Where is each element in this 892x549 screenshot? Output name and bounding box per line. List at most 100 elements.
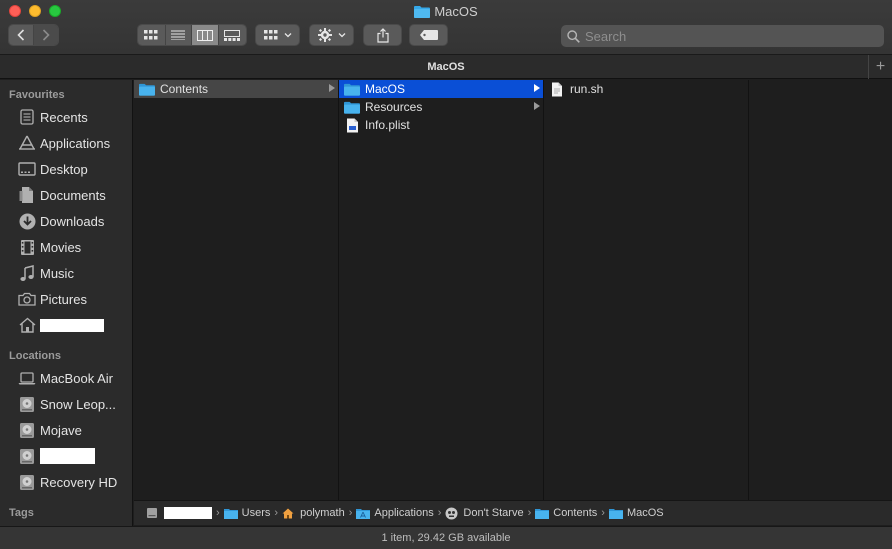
path-item-contents[interactable]: Contents	[535, 507, 597, 519]
sidebar-item-label: Recents	[40, 109, 88, 125]
sidebar-item-recents[interactable]: Recents	[0, 104, 132, 130]
search-icon	[567, 29, 580, 43]
back-button[interactable]	[9, 25, 34, 45]
tab-macos[interactable]: MacOS	[427, 61, 464, 73]
icon-grid-icon	[144, 30, 158, 40]
share-button[interactable]	[363, 24, 402, 46]
sidebar-item-label: Desktop	[40, 161, 88, 177]
sidebar-item-desktop[interactable]: Desktop	[0, 156, 132, 182]
status-text: 1 item, 29.42 GB available	[381, 532, 511, 544]
plist-file-icon	[344, 118, 360, 132]
applications-icon	[18, 134, 36, 152]
sidebar-item-label: Applications	[40, 135, 111, 151]
disk-icon	[18, 395, 36, 413]
group-grid-icon	[263, 30, 277, 40]
gear-icon	[317, 28, 332, 42]
column-row-resources[interactable]: Resources	[339, 98, 543, 116]
sidebar-item-downloads[interactable]: Downloads	[0, 208, 132, 234]
column-row-macos[interactable]: MacOS	[339, 80, 543, 98]
status-bar: 1 item, 29.42 GB available	[0, 526, 892, 549]
search-input[interactable]	[585, 28, 865, 44]
sidebar-item-home[interactable]	[0, 312, 132, 338]
window-title: MacOS	[0, 4, 892, 20]
sidebar-item-mojave[interactable]: Mojave	[0, 417, 132, 443]
sidebar-item-label: MacBook Air	[40, 370, 113, 386]
column-row-label: run.sh	[570, 82, 604, 96]
path-separator-icon: ›	[601, 507, 605, 519]
document-icon	[18, 186, 36, 204]
sidebar-item-label: Downloads	[40, 213, 105, 229]
tag-icon	[419, 30, 438, 40]
path-separator-icon: ›	[216, 507, 220, 519]
app-icon	[445, 507, 459, 519]
sidebar-item-snow-leopard[interactable]: Snow Leop...	[0, 391, 132, 417]
column-row-info-plist[interactable]: Info.plist	[339, 116, 543, 134]
sidebar-item-music[interactable]: Music	[0, 260, 132, 286]
group-by-button[interactable]	[255, 24, 300, 46]
sidebar-item-documents[interactable]: Documents	[0, 182, 132, 208]
chevron-right-icon	[42, 29, 50, 41]
disk-icon	[18, 421, 36, 439]
path-item-dont-starve[interactable]: Don't Starve	[445, 507, 524, 519]
sidebar-item-label: Mojave	[40, 422, 82, 438]
gallery-view-button[interactable]	[218, 25, 246, 45]
forward-button[interactable]	[33, 25, 58, 45]
film-icon	[18, 238, 36, 256]
column-row-label: Contents	[160, 82, 209, 96]
icon-view-button[interactable]	[138, 25, 166, 45]
folder-icon	[139, 82, 155, 96]
path-separator-icon: ›	[274, 507, 279, 519]
action-menu-button[interactable]	[309, 24, 354, 46]
sidebar-item-label: Recovery HD	[40, 474, 118, 490]
sidebar-item-pictures[interactable]: Pictures	[0, 286, 132, 312]
sidebar-item-label: Snow Leop...	[40, 396, 116, 412]
folder-icon	[223, 507, 238, 519]
disclosure-arrow-icon	[534, 84, 540, 92]
path-separator-icon: ›	[527, 507, 532, 519]
sidebar-item-recovery-hd[interactable]: Recovery HD	[0, 469, 132, 495]
path-item-polymath[interactable]: polymath	[282, 507, 345, 519]
path-item-label: MacOS	[626, 507, 664, 519]
path-item-label: polymath	[300, 507, 345, 519]
tab-bar: MacOS +	[0, 55, 892, 79]
share-icon	[376, 27, 389, 43]
column-view-button[interactable]	[192, 25, 219, 45]
sidebar-heading-locations: Locations	[9, 350, 61, 362]
path-bar: › Users › polymath › Applications › Don'…	[134, 500, 892, 525]
sidebar-item-macbook-air[interactable]: MacBook Air	[0, 365, 132, 391]
redacted-disk-name	[40, 448, 95, 464]
sidebar-item-movies[interactable]: Movies	[0, 234, 132, 260]
column-row-run-sh[interactable]: run.sh	[544, 80, 748, 98]
path-separator-icon: ›	[348, 507, 353, 519]
path-item-users[interactable]: Users	[223, 507, 271, 519]
path-item-applications[interactable]: Applications	[356, 507, 434, 519]
sidebar-item-redacted-disk[interactable]	[0, 443, 132, 469]
disk-icon	[18, 447, 36, 465]
sidebar-item-applications[interactable]: Applications	[0, 130, 132, 156]
disk-icon	[146, 507, 160, 519]
search-field[interactable]	[561, 25, 884, 47]
sidebar-heading-favourites: Favourites	[9, 89, 65, 101]
browser-column-1: Contents	[134, 80, 339, 500]
list-view-button[interactable]	[165, 25, 193, 45]
history-nav	[8, 24, 59, 46]
laptop-icon	[18, 369, 36, 387]
path-item-label: Users	[241, 507, 271, 519]
new-tab-button[interactable]: +	[868, 55, 892, 79]
view-mode-control	[137, 24, 247, 46]
folder-icon	[344, 82, 360, 96]
edit-tags-button[interactable]	[409, 24, 448, 46]
disk-icon	[18, 473, 36, 491]
list-icon	[171, 30, 186, 40]
chevron-down-icon	[338, 33, 345, 38]
column-row-contents[interactable]: Contents	[134, 80, 338, 98]
download-icon	[18, 212, 36, 230]
path-item-disk[interactable]	[146, 507, 212, 519]
recents-icon	[18, 108, 36, 126]
redacted-disk-name	[164, 507, 212, 519]
path-item-label: Don't Starve	[463, 507, 524, 519]
sidebar: Favourites Recents Applications Desktop …	[0, 80, 133, 526]
browser-column-2: MacOS Resources Info.plist	[339, 80, 544, 500]
sidebar-item-label: Movies	[40, 239, 82, 255]
path-item-macos[interactable]: MacOS	[608, 507, 664, 519]
